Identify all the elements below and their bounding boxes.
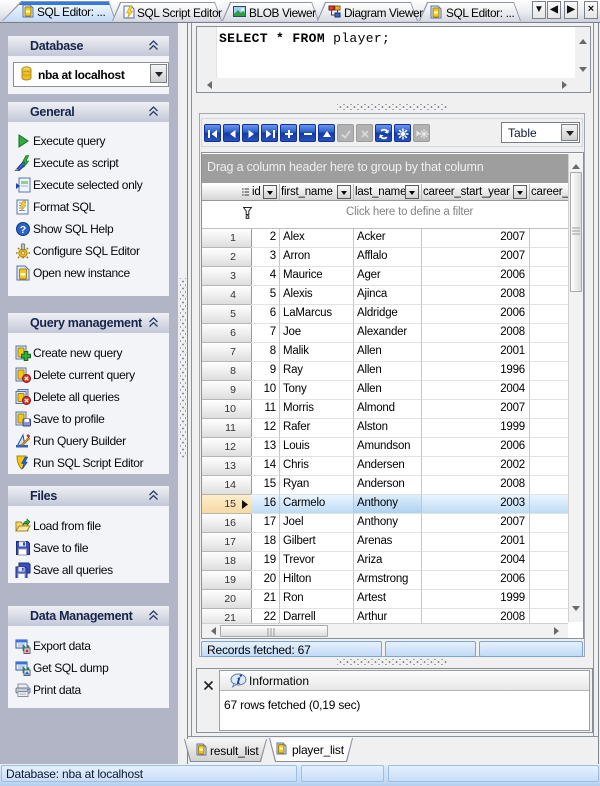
svg-text:?: ? xyxy=(20,224,26,236)
